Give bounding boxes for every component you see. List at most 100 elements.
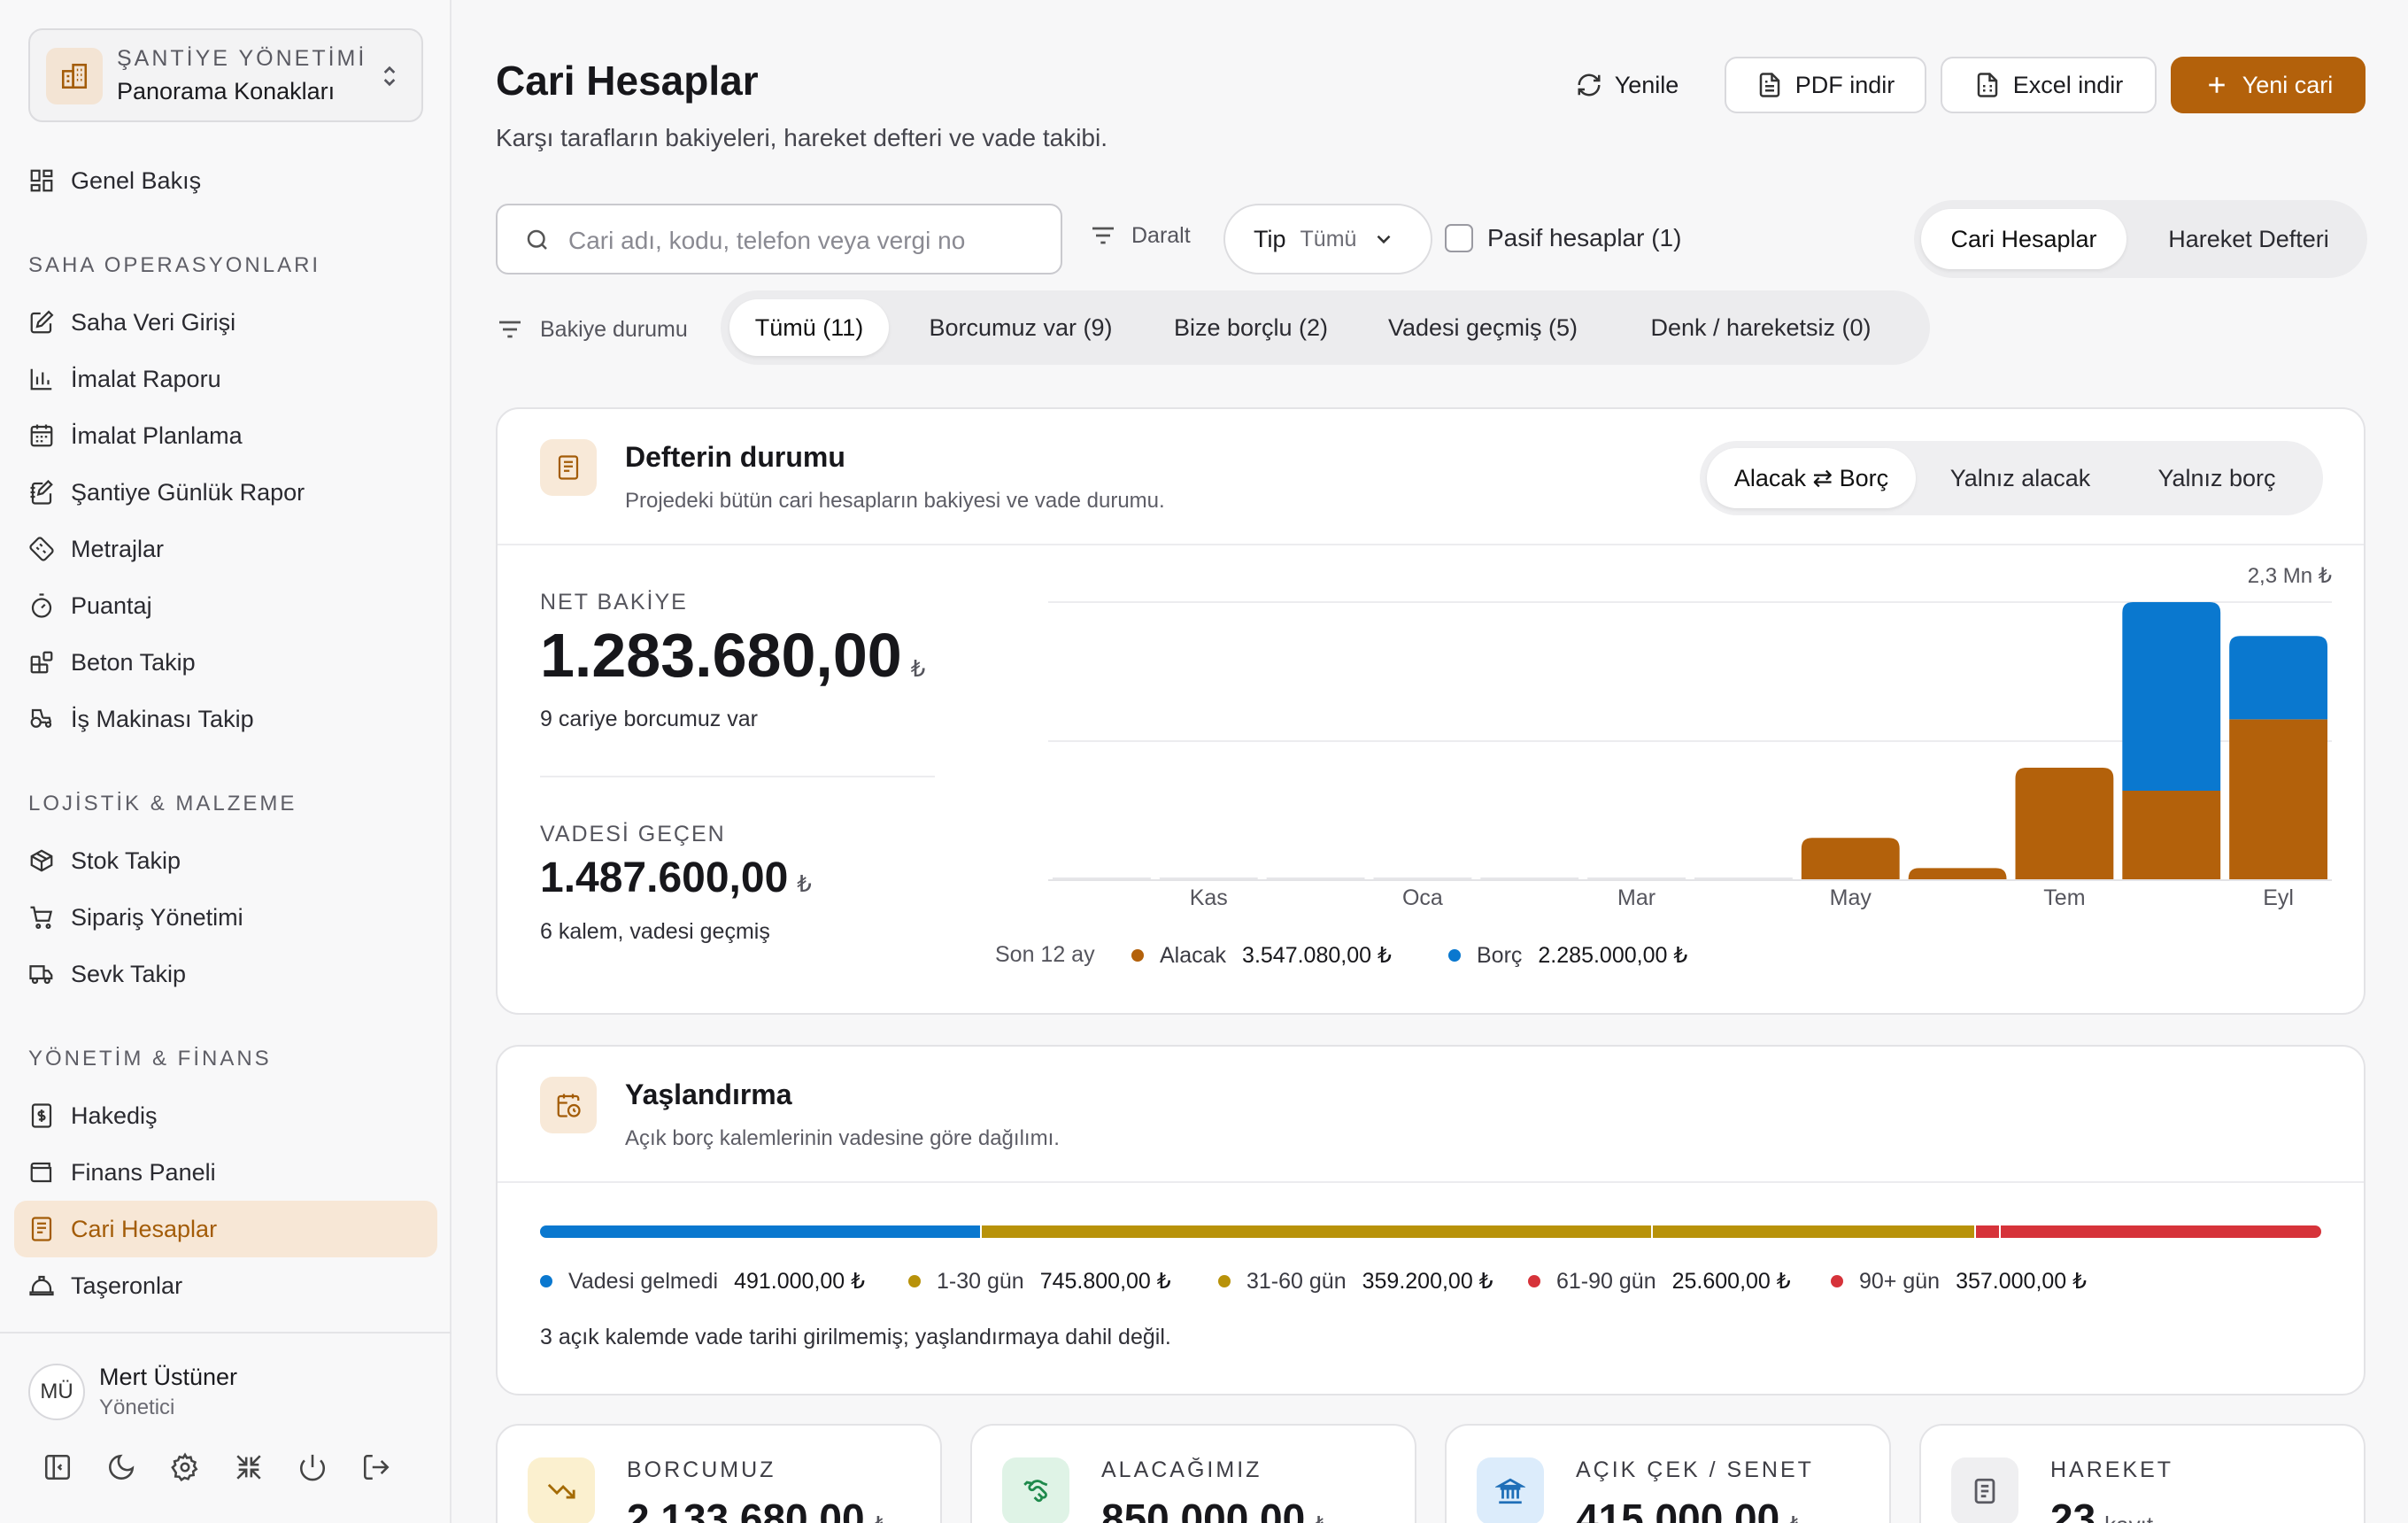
pdf-download-button[interactable]: PDF indir [1725,57,1926,113]
net-balance-label: NET BAKİYE [540,590,688,615]
sidebar-item-production-report[interactable]: İmalat Raporu [14,351,437,407]
sidebar-item-field-data[interactable]: Saha Veri Girişi [14,294,437,351]
bar-payable[interactable] [2122,602,2221,791]
new-account-button[interactable]: Yeni cari [2171,57,2366,113]
type-select[interactable]: Tip Tümü [1223,204,1432,274]
sidebar-toggle-icon[interactable] [42,1452,73,1482]
legend-receivable-label: Alacak [1160,942,1227,968]
search-input[interactable]: Cari adı, kodu, telefon veya vergi no [496,204,1062,274]
filter-lines-icon [499,321,521,338]
sidebar-item-label: Puantaj [71,591,152,619]
sidebar-item-stock[interactable]: Stok Takip [14,832,437,889]
aging-segment[interactable] [982,1225,1651,1238]
sidebar-item-machinery[interactable]: İş Makinası Takip [14,691,437,747]
checkbox[interactable] [1445,224,1473,252]
collapse-label: Daralt [1131,222,1191,248]
ledger-subtitle: Projedeki bütün cari hesapların bakiyesi… [625,489,1165,513]
currency-symbol: ₺ [797,870,812,897]
kpi-card-payable: BORCUMUZ 2.133.680,00 ₺ [496,1424,942,1523]
chart-mode-switch: Alacak ⇄ Borç Yalnız alacak Yalnız borç [1700,441,2323,515]
net-balance-note: 9 cariye borcumuz var [540,707,758,731]
sidebar-item-finance[interactable]: Finans Paneli [14,1144,437,1201]
divider [498,544,2364,545]
building-icon [46,48,103,104]
tractor-icon [30,708,52,728]
sidebar-item-accounts[interactable]: Cari Hesaplar [14,1201,437,1257]
sidebar-item-label: İmalat Raporu [71,365,221,392]
notebook-pen-icon [30,479,53,505]
chart-period: Son 12 ay [995,942,1095,967]
moon-icon[interactable] [106,1452,136,1482]
aging-subtitle: Açık borç kalemlerinin vadesine göre dağ… [625,1126,1060,1150]
passive-accounts-checkbox[interactable]: Pasif hesaplar (1) [1445,224,1681,252]
aging-bucket-label: 90+ gün [1859,1268,1941,1294]
collapse-button[interactable]: Daralt [1089,221,1191,250]
chip-all[interactable]: Tümü (11) [729,299,889,356]
bar-receivable[interactable] [2229,719,2327,880]
mode-receivable[interactable]: Yalnız alacak [1925,448,2116,508]
legend-dot [1448,949,1461,962]
sidebar-item-concrete[interactable]: Beton Takip [14,634,437,691]
sidebar-item-orders[interactable]: Sipariş Yönetimi [14,889,437,946]
sidebar-item-overview[interactable]: Genel Bakış [14,152,437,209]
aging-segment[interactable] [2001,1225,2321,1238]
sidebar-item-production-planning[interactable]: İmalat Planlama [14,407,437,464]
chevron-updown-icon [383,66,396,87]
overdue-label: VADESİ GEÇEN [540,822,726,847]
bar-receivable[interactable] [2122,790,2221,880]
truck-icon [29,965,53,985]
x-tick-label: May [1830,885,1872,910]
section-title-management: YÖNETİM & FİNANS [28,1047,272,1071]
chip-we-owe[interactable]: Borcumuz var (9) [901,299,1140,356]
sidebar-item-progress-payment[interactable]: Hakediş [14,1087,437,1144]
passive-accounts-label: Pasif hesaplar (1) [1487,224,1682,251]
chip-owes-us[interactable]: Bize borçlu (2) [1149,299,1353,356]
aging-segment[interactable] [540,1225,981,1238]
chip-overdue[interactable]: Vadesi geçmiş (5) [1367,299,1599,356]
bar-payable[interactable] [2229,636,2327,720]
kpi-value: 415.000,00 ₺ [1576,1495,1803,1523]
aging-legend-item: Vadesi gelmedi 491.000,00 ₺ [540,1268,865,1295]
file-icon [1759,73,1779,97]
aging-segment[interactable] [1976,1225,2000,1238]
avatar[interactable]: MÜ [28,1364,85,1420]
spreadsheet-icon [1977,73,1997,97]
search-placeholder: Cari adı, kodu, telefon veya vergi no [568,227,966,254]
hard-hat-icon [29,1275,54,1296]
power-icon[interactable] [297,1452,328,1482]
aging-legend-item: 31-60 gün 359.200,00 ₺ [1218,1268,1493,1295]
excel-download-button[interactable]: Excel indir [1941,57,2157,113]
sidebar-item-shipping[interactable]: Sevk Takip [14,946,437,1002]
aging-bucket-value: 359.200,00 ₺ [1362,1269,1493,1294]
minimize-icon[interactable] [234,1452,264,1482]
bar-chart-icon [30,368,52,390]
mode-payable[interactable]: Yalnız borç [2121,448,2312,508]
x-tick-label: Oca [1402,885,1443,910]
logout-icon[interactable] [361,1452,391,1482]
sidebar-item-subcontractors[interactable]: Taşeronlar [14,1257,437,1314]
sidebar-item-daily-report[interactable]: Şantiye Günlük Rapor [14,464,437,521]
tab-ledger[interactable]: Hareket Defteri [2137,209,2360,269]
book-icon [31,1217,52,1241]
package-icon [30,849,53,872]
sidebar-item-timesheet[interactable]: Puantaj [14,577,437,634]
sidebar-item-label: Taşeronlar [71,1272,183,1299]
aging-segment[interactable] [1652,1225,1975,1238]
refresh-button[interactable]: Yenile [1556,57,1698,113]
chip-settled[interactable]: Denk / hareketsiz (0) [1609,299,1912,356]
mode-both[interactable]: Alacak ⇄ Borç [1707,448,1916,508]
gear-icon[interactable] [170,1452,200,1482]
aging-legend-item: 61-90 gün 25.600,00 ₺ [1528,1268,1791,1295]
bar-receivable[interactable] [1801,838,1900,880]
legend-payable: Borç 2.285.000,00 ₺ [1448,942,1687,969]
project-switcher[interactable]: ŞANTİYE YÖNETİMİ Panorama Konakları [28,28,423,122]
bar-receivable[interactable] [2015,768,2114,880]
sidebar-item-quantities[interactable]: Metrajlar [14,521,437,577]
bar-receivable[interactable] [1908,868,2007,880]
kpi-label: AÇIK ÇEK / SENET [1576,1457,1814,1482]
sidebar-item-label: Sipariş Yönetimi [71,903,243,931]
refresh-icon [1578,73,1601,97]
kpi-amount: 23 [2050,1496,2096,1523]
tab-accounts[interactable]: Cari Hesaplar [1921,209,2126,269]
aging-bucket-value: 745.800,00 ₺ [1039,1269,1171,1294]
